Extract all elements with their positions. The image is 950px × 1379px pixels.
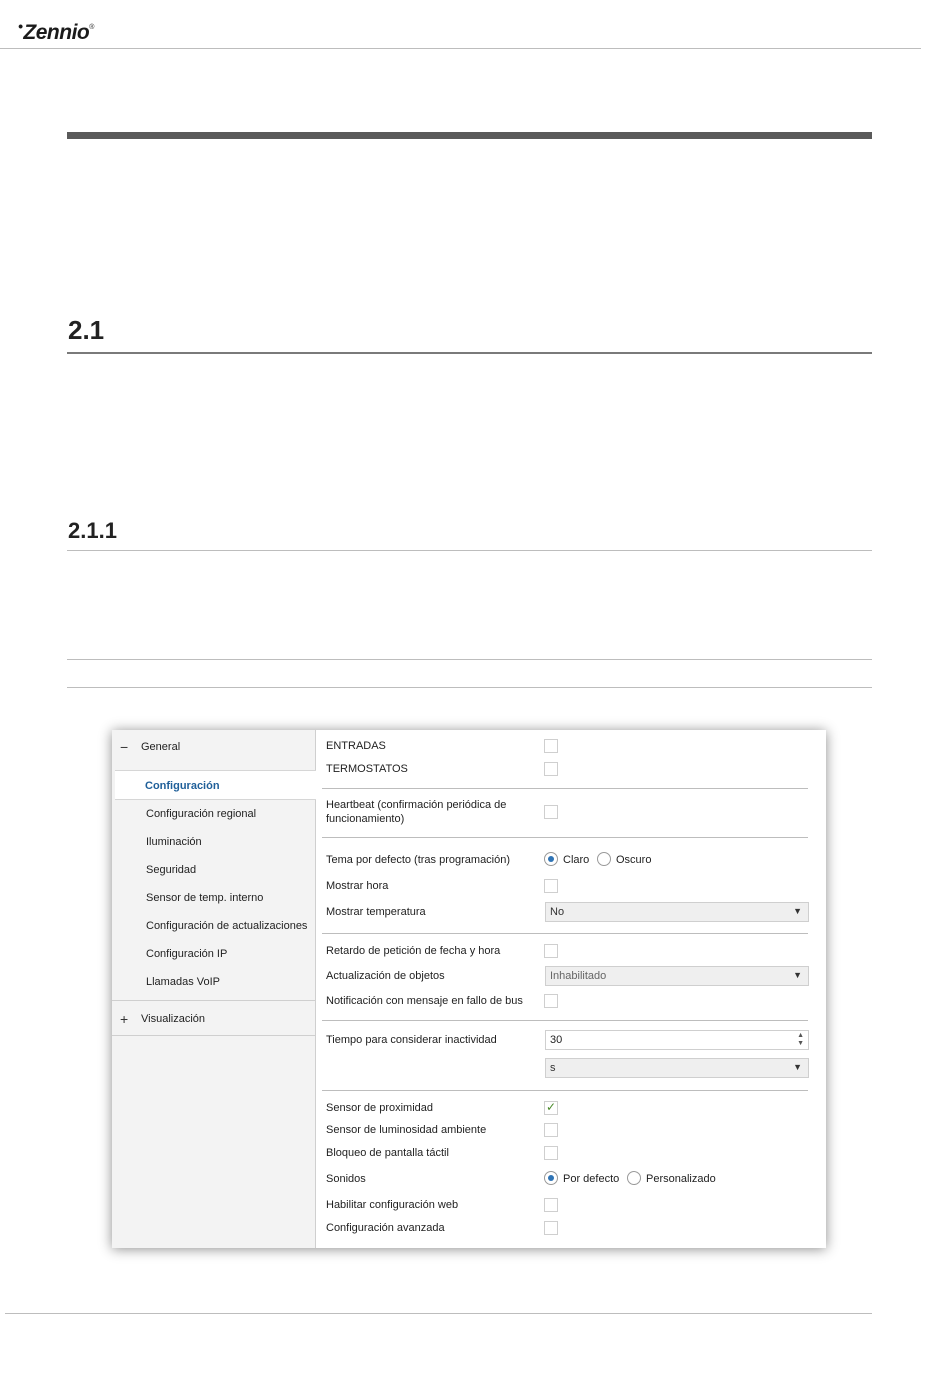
tema-oscuro-radio[interactable] <box>597 852 611 866</box>
tree-item-configuracion-ip[interactable]: Configuración IP <box>146 948 227 960</box>
tiempo-unit-select[interactable]: s ▼ <box>545 1058 809 1078</box>
parameter-tree-sidebar: − General Configuración Configuración re… <box>112 730 316 1248</box>
header-divider <box>0 48 921 49</box>
tree-item-sensor-temp[interactable]: Sensor de temp. interno <box>146 892 263 904</box>
logo-registered-mark: ® <box>89 24 94 31</box>
chevron-down-icon: ▼ <box>793 1062 802 1072</box>
param-label-mostrar-temperatura: Mostrar temperatura <box>326 906 426 918</box>
param-label-tiempo: Tiempo para considerar inactividad <box>326 1034 497 1046</box>
logo-dot-icon: • <box>18 18 23 34</box>
sensor-proximidad-checkbox[interactable] <box>544 1100 558 1115</box>
tree-item-configuracion[interactable]: Configuración <box>115 770 316 800</box>
tree-group-general[interactable]: − General <box>112 730 315 764</box>
chevron-down-icon: ▼ <box>793 906 802 916</box>
param-divider <box>322 1020 808 1021</box>
tree-item-actualizaciones[interactable]: Configuración de actualizaciones <box>146 920 307 932</box>
tree-group-label: Visualización <box>141 1013 206 1025</box>
tiempo-spinbox[interactable]: 30 ▲ ▼ <box>545 1030 809 1050</box>
param-label-avanzada: Configuración avanzada <box>326 1222 445 1234</box>
web-checkbox[interactable] <box>544 1198 558 1212</box>
heartbeat-label-line1: Heartbeat (confirmación periódica de <box>326 799 507 811</box>
param-label-sonidos: Sonidos <box>326 1173 366 1185</box>
param-label-notificacion: Notificación con mensaje en fallo de bus <box>326 995 523 1007</box>
termostatos-checkbox[interactable] <box>544 762 558 776</box>
entradas-checkbox[interactable] <box>544 739 558 753</box>
param-label-entradas: ENTRADAS <box>326 740 386 752</box>
subsection-heading: 2.1.1 <box>68 518 117 543</box>
param-label-retardo: Retardo de petición de fecha y hora <box>326 945 501 957</box>
param-label-sensor-proximidad: Sensor de proximidad <box>326 1102 434 1114</box>
tree-item-iluminacion[interactable]: Iluminación <box>146 836 202 848</box>
param-label-sensor-luminosidad: Sensor de luminosidad ambiente <box>326 1124 487 1136</box>
avanzada-checkbox[interactable] <box>544 1221 558 1235</box>
ets-parameter-window: − General Configuración Configuración re… <box>112 730 826 1248</box>
spin-down-icon[interactable]: ▼ <box>797 1040 804 1047</box>
tree-item-llamadas-voip[interactable]: Llamadas VoIP <box>146 976 220 988</box>
param-label-termostatos: TERMOSTATOS <box>326 763 408 775</box>
sonidos-por-defecto-radio[interactable] <box>544 1171 558 1185</box>
zennio-logo: •Zennio® <box>18 18 94 45</box>
actualizacion-select[interactable]: Inhabilitado ▼ <box>545 966 809 986</box>
mostrar-hora-checkbox[interactable] <box>544 879 558 893</box>
param-label-heartbeat: Heartbeat (confirmación periódica de func… <box>326 798 506 826</box>
chevron-down-icon: ▼ <box>793 970 802 980</box>
parameter-panel: ENTRADAS TERMOSTATOS Heartbeat (confirma… <box>316 730 826 1248</box>
tree-separator <box>112 1000 315 1001</box>
tema-oscuro-label: Oscuro <box>616 854 652 866</box>
tema-claro-label: Claro <box>563 854 590 866</box>
select-value: No <box>550 906 565 918</box>
tema-claro-radio[interactable] <box>544 852 558 866</box>
param-label-actualizacion: Actualización de objetos <box>326 970 445 982</box>
sensor-luminosidad-checkbox[interactable] <box>544 1123 558 1137</box>
heartbeat-label-line2: funcionamiento) <box>326 813 405 825</box>
param-divider <box>322 933 808 934</box>
bloqueo-checkbox[interactable] <box>544 1146 558 1160</box>
caption-rule-bottom <box>67 687 872 688</box>
sonidos-por-defecto-label: Por defecto <box>563 1173 620 1185</box>
sonidos-personalizado-label: Personalizado <box>646 1173 716 1185</box>
section-heading: 2.1 <box>68 315 105 345</box>
subsection-rule <box>67 550 872 551</box>
tree-item-configuracion-regional[interactable]: Configuración regional <box>146 808 256 820</box>
notificacion-checkbox[interactable] <box>544 994 558 1008</box>
param-label-web: Habilitar configuración web <box>326 1199 459 1211</box>
chapter-rule <box>67 132 872 139</box>
param-divider <box>322 788 808 789</box>
retardo-checkbox[interactable] <box>544 944 558 958</box>
spin-up-icon[interactable]: ▲ <box>797 1032 804 1039</box>
param-label-tema: Tema por defecto (tras programación) <box>326 854 511 866</box>
sonidos-personalizado-radio[interactable] <box>627 1171 641 1185</box>
select-value: Inhabilitado <box>550 970 607 982</box>
mostrar-temperatura-select[interactable]: No ▼ <box>545 902 809 922</box>
logo-text: Zennio <box>23 21 90 44</box>
caption-rule-top <box>67 659 872 660</box>
spinbox-value: 30 <box>550 1034 563 1046</box>
param-divider <box>322 1090 808 1091</box>
param-label-bloqueo: Bloqueo de pantalla táctil <box>326 1147 449 1159</box>
tree-separator <box>112 1035 315 1036</box>
tree-group-visualizacion[interactable]: + Visualización <box>112 1002 315 1036</box>
param-divider <box>322 837 808 838</box>
select-value: s <box>550 1062 556 1074</box>
footer-divider <box>5 1313 872 1314</box>
param-label-mostrar-hora: Mostrar hora <box>326 880 389 892</box>
collapse-icon[interactable]: − <box>120 739 128 755</box>
tree-item-label: Configuración <box>145 780 220 792</box>
heartbeat-checkbox[interactable] <box>544 805 558 819</box>
tree-group-label: General <box>141 741 181 753</box>
tree-item-seguridad[interactable]: Seguridad <box>146 864 196 876</box>
section-rule <box>67 352 872 354</box>
expand-icon[interactable]: + <box>120 1011 128 1027</box>
